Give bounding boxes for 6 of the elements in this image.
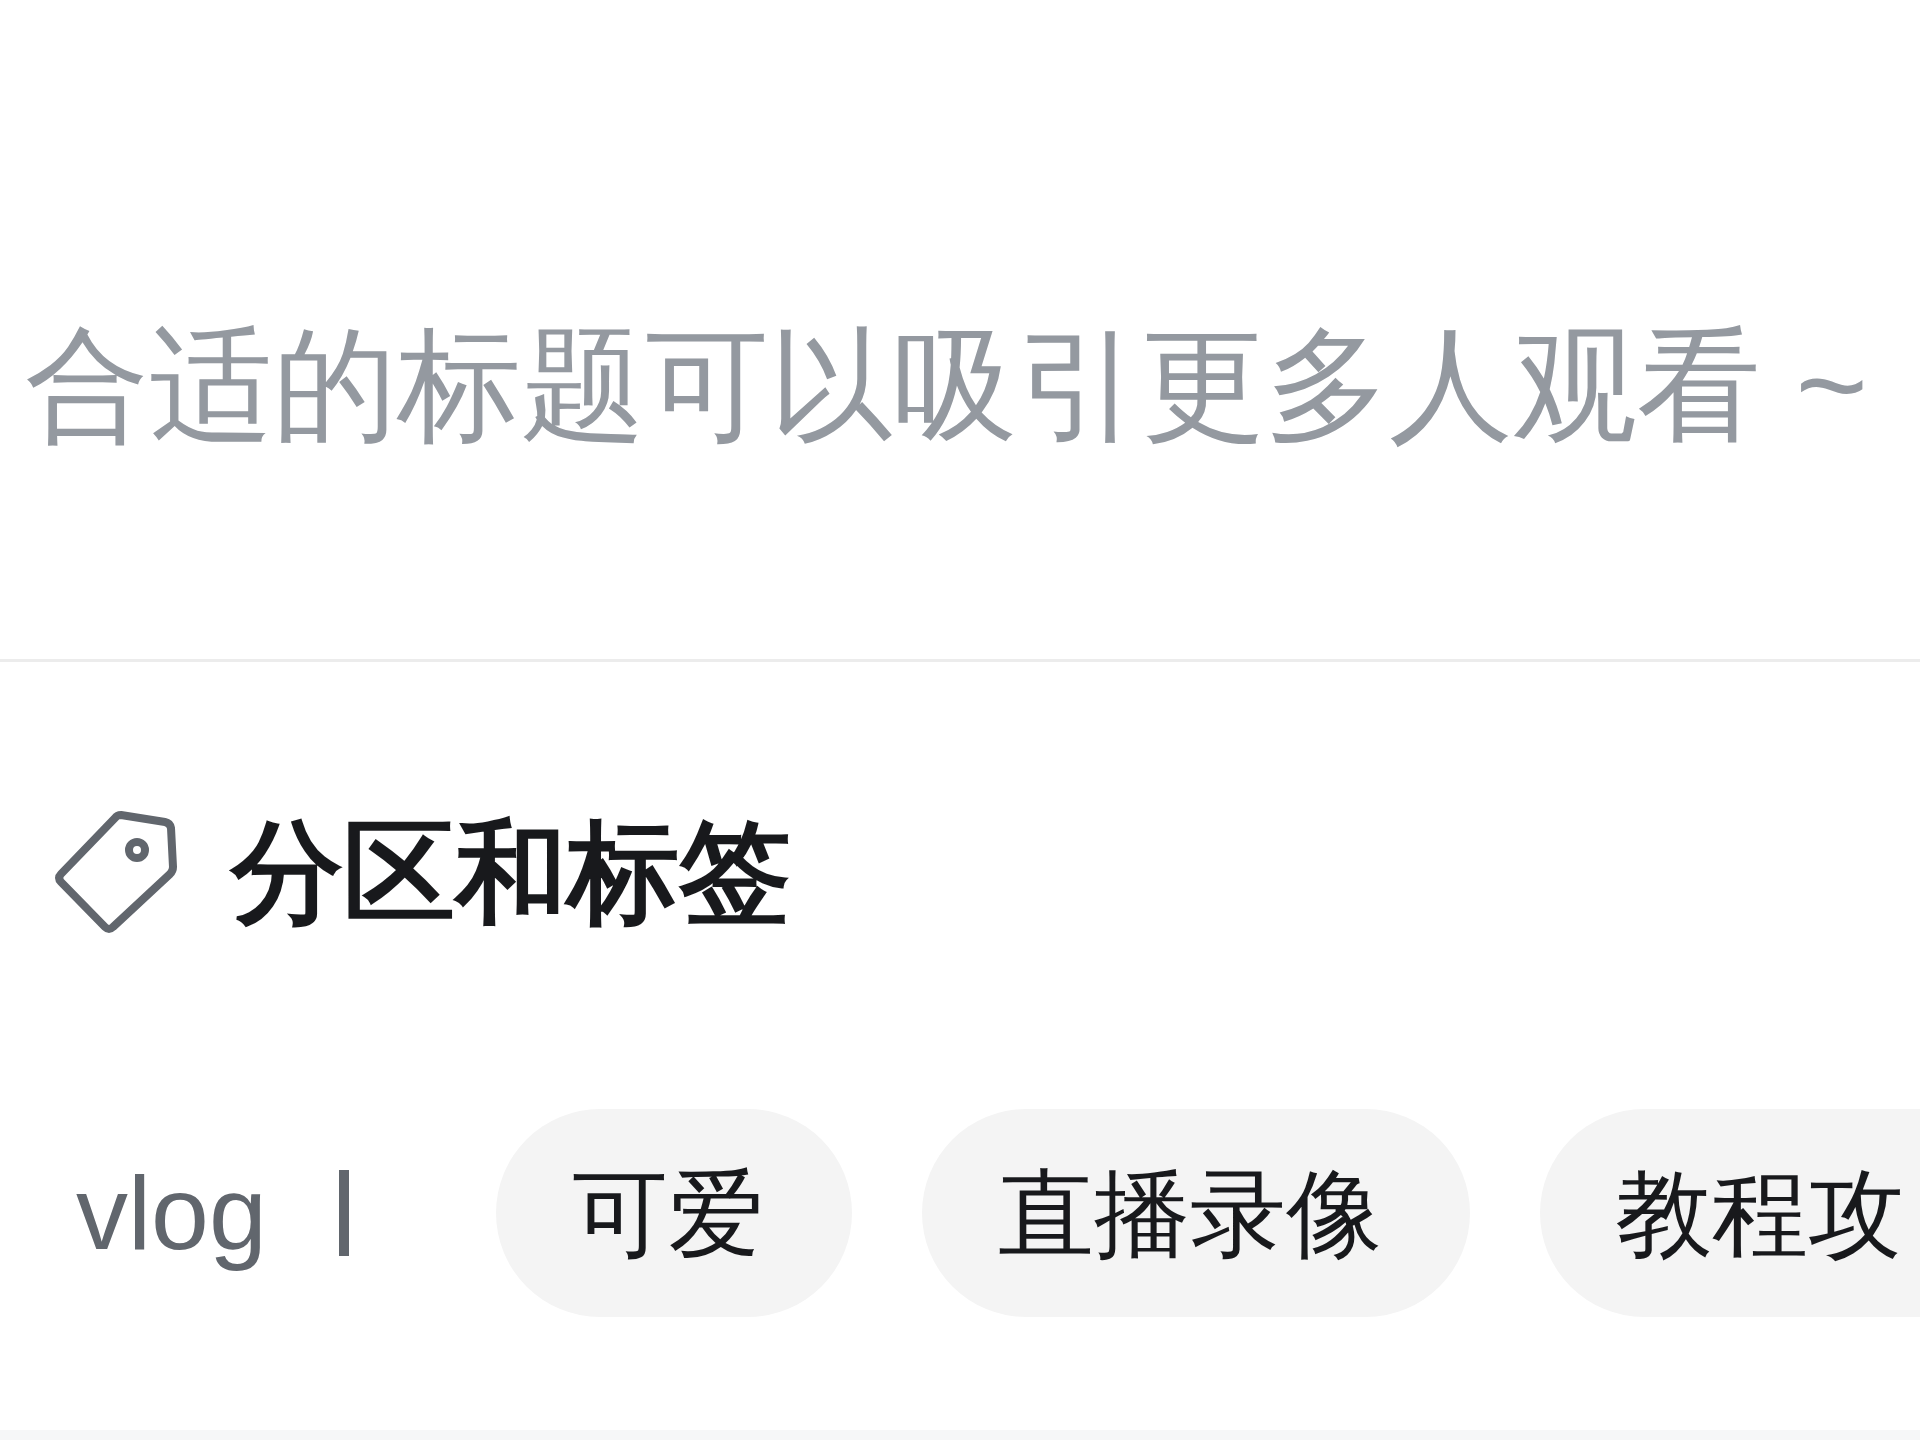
title-input-field[interactable]: 合适的标题可以吸引更多人观看 ~ bbox=[0, 311, 1920, 460]
tag-chip[interactable]: 教程攻 bbox=[1539, 1109, 1920, 1317]
tag-chip[interactable]: 可爱 bbox=[495, 1109, 852, 1317]
tag-chip[interactable]: 直播录像 bbox=[921, 1109, 1470, 1317]
section-title: 分区和标签 bbox=[231, 809, 791, 937]
tag-input-field[interactable]: vlog bbox=[76, 1151, 349, 1275]
